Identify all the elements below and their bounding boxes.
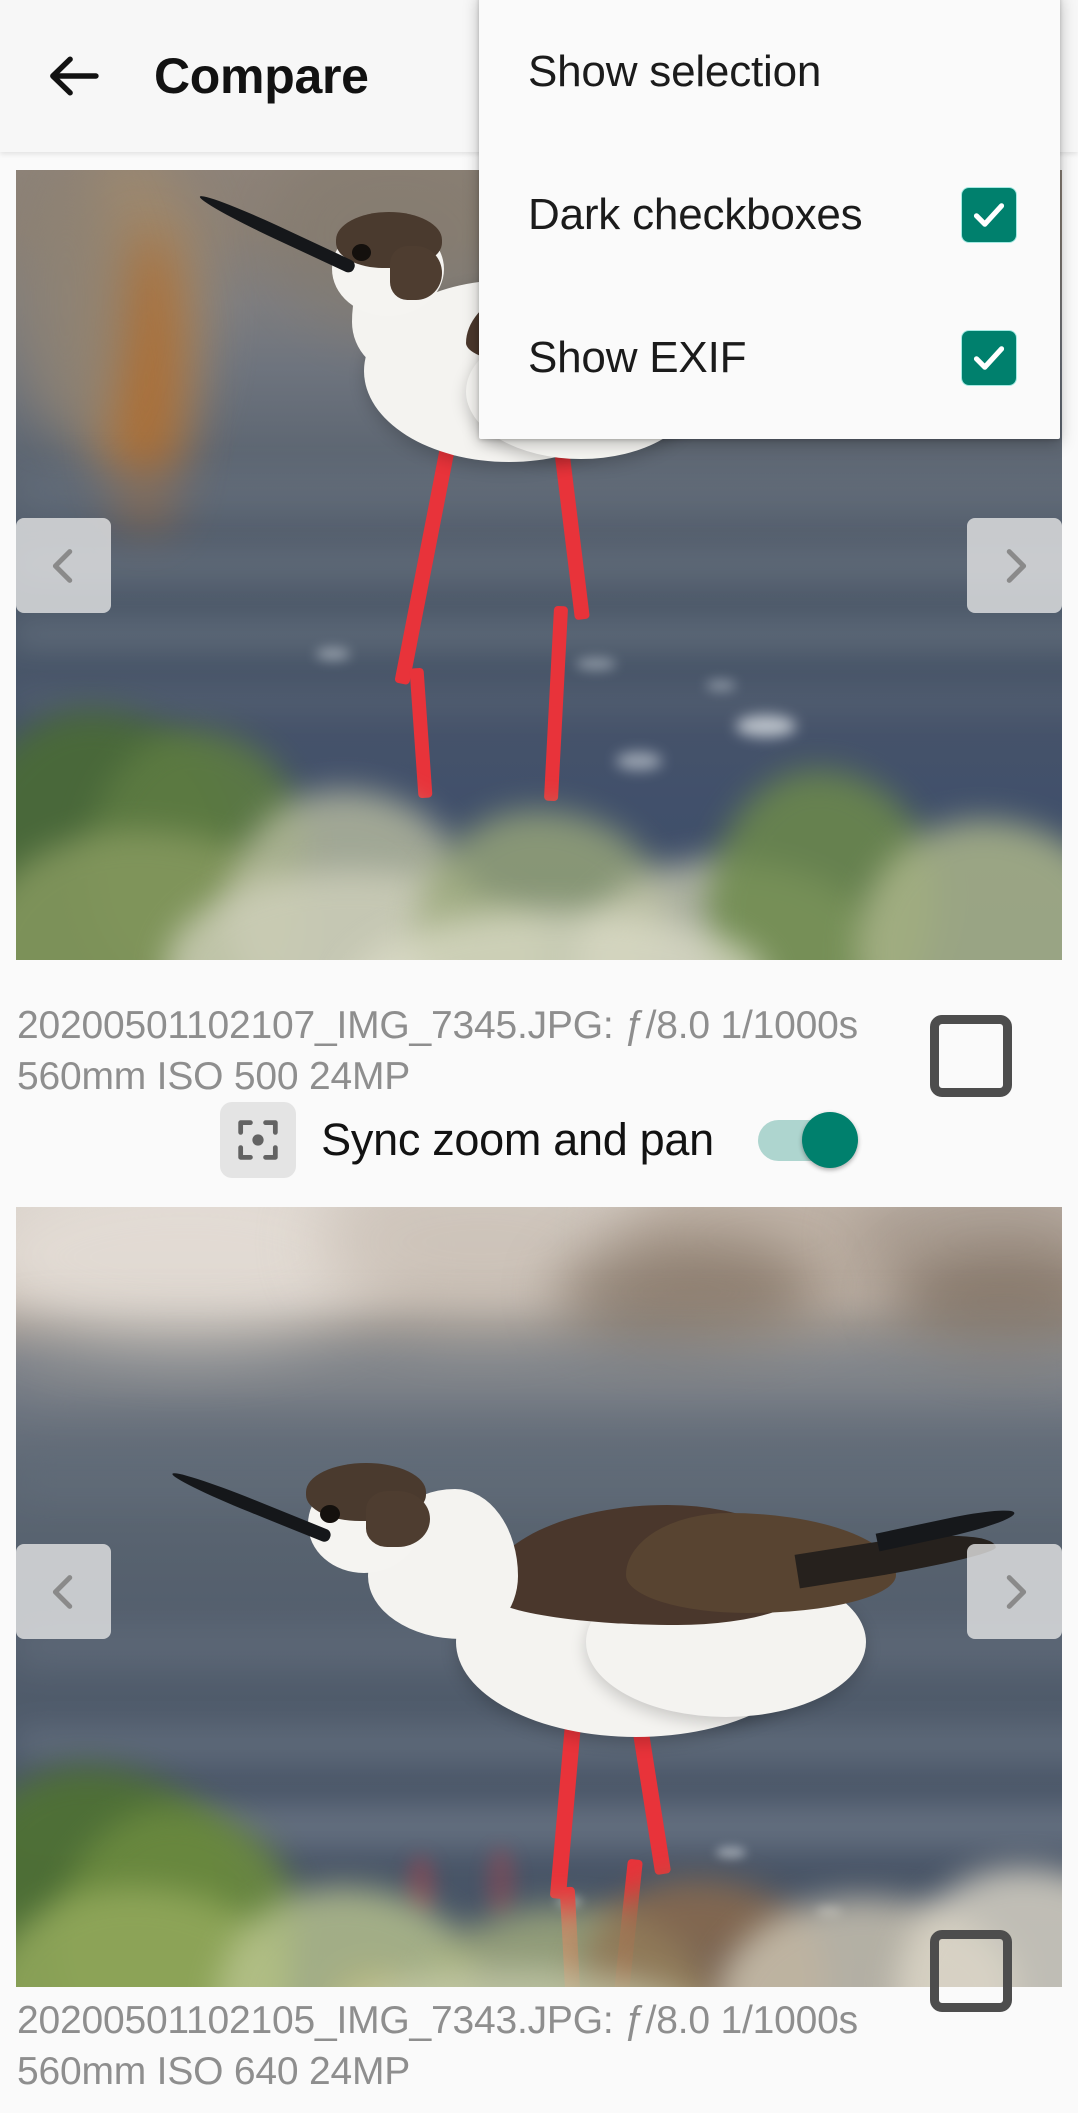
select-photo-checkbox-bottom[interactable] [930, 1930, 1012, 2012]
sync-zoom-label: Sync zoom and pan [321, 1114, 714, 1165]
previous-photo-button-bottom[interactable] [16, 1544, 111, 1639]
compare-screen: Compare 20200501102107_IMG_7345.JPG: ƒ/8… [0, 0, 1078, 2113]
chevron-left-icon [41, 543, 87, 589]
previous-photo-button-top[interactable] [16, 518, 111, 613]
chevron-right-icon [992, 1569, 1038, 1615]
menu-item-show-selection[interactable]: Show selection [479, 0, 1060, 143]
select-photo-checkbox-top[interactable] [930, 1015, 1012, 1097]
show-exif-checkbox[interactable] [962, 330, 1016, 385]
sync-zoom-toggle[interactable] [757, 1112, 858, 1168]
chevron-right-icon [992, 543, 1038, 589]
menu-item-label: Show selection [528, 46, 822, 96]
photo-pane-bottom[interactable] [16, 1207, 1062, 1987]
menu-item-dark-checkboxes[interactable]: Dark checkboxes [479, 143, 1060, 286]
next-photo-button-bottom[interactable] [967, 1544, 1062, 1639]
exif-caption-top: 20200501102107_IMG_7345.JPG: ƒ/8.0 1/100… [17, 1000, 1027, 1102]
exif-caption-bottom: 20200501102105_IMG_7343.JPG: ƒ/8.0 1/100… [17, 1995, 1027, 2097]
center-focus-icon [220, 1102, 297, 1178]
exif-line-1: 20200501102107_IMG_7345.JPG: ƒ/8.0 1/100… [17, 1004, 858, 1047]
menu-item-show-exif[interactable]: Show EXIF [479, 286, 1060, 429]
dark-checkboxes-checkbox[interactable] [962, 187, 1016, 242]
overflow-menu: Show selection Dark checkboxes Show EXIF [479, 0, 1060, 439]
menu-item-label: Show EXIF [528, 332, 747, 382]
menu-item-label: Dark checkboxes [528, 189, 863, 239]
check-icon [969, 338, 1009, 378]
sync-zoom-row[interactable]: Sync zoom and pan [0, 1090, 1078, 1190]
page-title: Compare [154, 48, 369, 104]
exif-line-2: 560mm ISO 640 24MP [17, 2050, 411, 2093]
arrow-left-icon [43, 45, 105, 107]
next-photo-button-top[interactable] [967, 518, 1062, 613]
photo-image-bottom [16, 1207, 1062, 1987]
chevron-left-icon [41, 1569, 87, 1615]
back-button[interactable] [22, 24, 126, 128]
toggle-knob [801, 1112, 858, 1168]
check-icon [969, 195, 1009, 235]
exif-line-1: 20200501102105_IMG_7343.JPG: ƒ/8.0 1/100… [17, 1999, 858, 2042]
